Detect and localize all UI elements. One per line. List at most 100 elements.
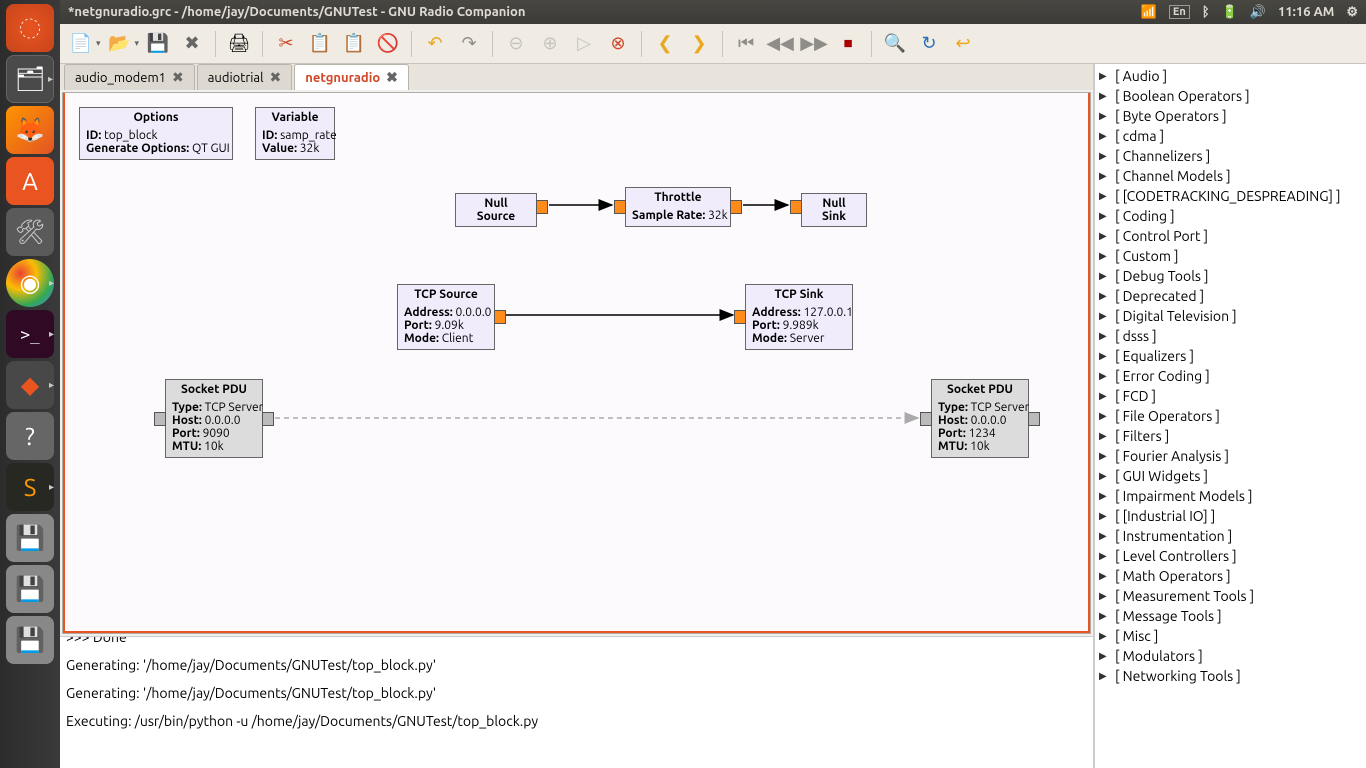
prev-icon[interactable]: ❮: [650, 29, 680, 59]
tree-label: [ Message Tools ]: [1115, 608, 1222, 624]
block-tree[interactable]: ▶[ Audio ]▶[ Boolean Operators ]▶[ Byte …: [1094, 64, 1366, 768]
next-icon[interactable]: ❯: [684, 29, 714, 59]
drive3-icon[interactable]: 💾: [6, 616, 54, 664]
tree-label: [ Digital Television ]: [1115, 308, 1237, 324]
skip-back-icon[interactable]: ⏮: [731, 29, 761, 59]
chrome-icon[interactable]: ◉▸: [6, 259, 54, 307]
gear-icon[interactable]: ⚙: [1346, 5, 1358, 20]
copy-icon[interactable]: 📋: [305, 29, 335, 59]
flowgraph-canvas[interactable]: Options ID: top_block Generate Options: …: [62, 92, 1091, 634]
tree-item[interactable]: ▶[ FCD ]: [1095, 386, 1366, 406]
redo-icon[interactable]: ↷: [454, 29, 484, 59]
tree-item[interactable]: ▶[ Boolean Operators ]: [1095, 86, 1366, 106]
enable-block-icon[interactable]: ⊕: [535, 29, 565, 59]
tree-item[interactable]: ▶[ Deprecated ]: [1095, 286, 1366, 306]
tree-item[interactable]: ▶[ Instrumentation ]: [1095, 526, 1366, 546]
volume-icon[interactable]: 🔊: [1250, 5, 1266, 20]
block-throttle[interactable]: Throttle Sample Rate: 32k: [625, 187, 731, 227]
settings-icon[interactable]: 🛠: [6, 208, 54, 256]
tree-item[interactable]: ▶[ File Operators ]: [1095, 406, 1366, 426]
expand-icon: ▶: [1099, 130, 1111, 142]
tab-netgnuradio[interactable]: netgnuradio✖: [294, 64, 409, 90]
tree-item[interactable]: ▶[ Coding ]: [1095, 206, 1366, 226]
tree-item[interactable]: ▶[ dsss ]: [1095, 326, 1366, 346]
drive1-icon[interactable]: 💾: [6, 514, 54, 562]
execute-icon[interactable]: ▷: [569, 29, 599, 59]
tree-item[interactable]: ▶[ Custom ]: [1095, 246, 1366, 266]
delete-icon[interactable]: 🚫: [373, 29, 403, 59]
software-center-icon[interactable]: A: [6, 157, 54, 205]
paste-icon[interactable]: 📋: [339, 29, 369, 59]
tree-item[interactable]: ▶[ Control Port ]: [1095, 226, 1366, 246]
block-null-sink[interactable]: Null Sink: [801, 193, 867, 227]
wifi-icon[interactable]: 📶: [1141, 5, 1157, 20]
console-line: Generating: '/home/jay/Documents/GNUTest…: [66, 657, 1087, 673]
tree-item[interactable]: ▶[ Filters ]: [1095, 426, 1366, 446]
tree-label: [ Fourier Analysis ]: [1115, 448, 1229, 464]
tab-close-icon[interactable]: ✖: [172, 69, 184, 86]
cut-icon[interactable]: ✂: [271, 29, 301, 59]
tree-item[interactable]: ▶[ Digital Television ]: [1095, 306, 1366, 326]
stop-icon[interactable]: ⊗: [603, 29, 633, 59]
files-icon[interactable]: 🗂▸: [6, 55, 54, 103]
close-icon[interactable]: ✖: [177, 29, 207, 59]
save-icon[interactable]: 💾: [143, 29, 173, 59]
block-null-source[interactable]: Null Source: [455, 193, 537, 227]
terminal-icon[interactable]: >_▸: [6, 310, 54, 358]
block-socket-pdu-1[interactable]: Socket PDU Type: TCP Server Host: 0.0.0.…: [165, 379, 263, 458]
tree-item[interactable]: ▶[ Channelizers ]: [1095, 146, 1366, 166]
reload-icon[interactable]: ↻: [914, 29, 944, 59]
tree-item[interactable]: ▶[ Misc ]: [1095, 626, 1366, 646]
tree-item[interactable]: ▶[ Message Tools ]: [1095, 606, 1366, 626]
tree-item[interactable]: ▶[ Byte Operators ]: [1095, 106, 1366, 126]
block-title: Variable: [256, 108, 334, 127]
tree-item[interactable]: ▶[ Modulators ]: [1095, 646, 1366, 666]
step-fwd-icon[interactable]: ▶▶: [799, 29, 829, 59]
reload-blocks-icon[interactable]: ↩: [948, 29, 978, 59]
search-icon[interactable]: 🔍: [880, 29, 910, 59]
expand-icon: ▶: [1099, 490, 1111, 502]
tree-item[interactable]: ▶[ GUI Widgets ]: [1095, 466, 1366, 486]
tab-audiotrial[interactable]: audiotrial✖: [197, 64, 293, 90]
tree-item[interactable]: ▶[ cdma ]: [1095, 126, 1366, 146]
block-socket-pdu-2[interactable]: Socket PDU Type: TCP Server Host: 0.0.0.…: [931, 379, 1029, 458]
sublime-icon[interactable]: S▸: [6, 463, 54, 511]
record-icon[interactable]: ⏹: [833, 29, 863, 59]
tree-item[interactable]: ▶[ [CODETRACKING_DESPREADING] ]: [1095, 186, 1366, 206]
new-icon[interactable]: 📄: [66, 29, 96, 59]
battery-icon[interactable]: 🔋: [1222, 5, 1238, 20]
disable-block-icon[interactable]: ⊖: [501, 29, 531, 59]
tree-item[interactable]: ▶[ Channel Models ]: [1095, 166, 1366, 186]
bluetooth-icon[interactable]: ᛒ: [1202, 5, 1210, 19]
open-icon[interactable]: 📂: [105, 29, 135, 59]
block-options[interactable]: Options ID: top_block Generate Options: …: [79, 107, 233, 160]
block-variable[interactable]: Variable ID: samp_rate Value: 32k: [255, 107, 335, 160]
tree-item[interactable]: ▶[ Fourier Analysis ]: [1095, 446, 1366, 466]
print-icon[interactable]: 🖨: [224, 29, 254, 59]
lang-indicator[interactable]: En: [1169, 5, 1190, 19]
drive2-icon[interactable]: 💾: [6, 565, 54, 613]
tree-item[interactable]: ▶[ Math Operators ]: [1095, 566, 1366, 586]
help-icon[interactable]: ?: [6, 412, 54, 460]
block-tcp-source[interactable]: TCP Source Address: 0.0.0.0 Port: 9.09k …: [397, 284, 495, 350]
undo-icon[interactable]: ↶: [420, 29, 450, 59]
tree-item[interactable]: ▶[ Networking Tools ]: [1095, 666, 1366, 686]
step-back-icon[interactable]: ◀◀: [765, 29, 795, 59]
tab-audio-modem1[interactable]: audio_modem1✖: [64, 64, 195, 90]
block-tcp-sink[interactable]: TCP Sink Address: 127.0.0.1 Port: 9.989k…: [745, 284, 853, 350]
tree-item[interactable]: ▶[ Audio ]: [1095, 66, 1366, 86]
tree-item[interactable]: ▶[ Error Coding ]: [1095, 366, 1366, 386]
tree-item[interactable]: ▶[ Measurement Tools ]: [1095, 586, 1366, 606]
expand-icon: ▶: [1099, 550, 1111, 562]
tab-close-icon[interactable]: ✖: [270, 69, 282, 86]
firefox-icon[interactable]: 🦊: [6, 106, 54, 154]
tree-item[interactable]: ▶[ Impairment Models ]: [1095, 486, 1366, 506]
clock[interactable]: 11:16 AM: [1278, 5, 1334, 19]
tree-item[interactable]: ▶[ Level Controllers ]: [1095, 546, 1366, 566]
tree-item[interactable]: ▶[ [Industrial IO] ]: [1095, 506, 1366, 526]
dev-icon[interactable]: ◆▸: [6, 361, 54, 409]
tab-close-icon[interactable]: ✖: [386, 69, 398, 86]
tree-item[interactable]: ▶[ Debug Tools ]: [1095, 266, 1366, 286]
ubuntu-dash-icon[interactable]: ◌: [6, 4, 54, 52]
tree-item[interactable]: ▶[ Equalizers ]: [1095, 346, 1366, 366]
